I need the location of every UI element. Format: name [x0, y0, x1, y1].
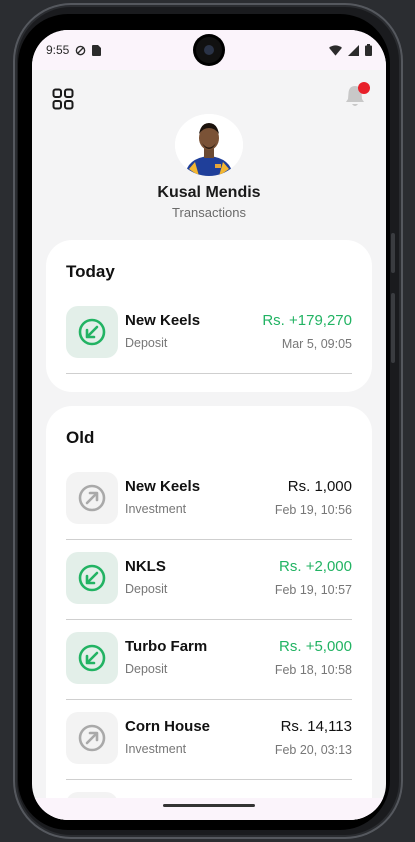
investment-badge	[66, 472, 118, 524]
wifi-icon	[329, 44, 342, 56]
today-card: Today New Keels Deposit Rs. +179,270 Mar…	[46, 240, 372, 392]
transaction-name: NKLS	[125, 558, 166, 575]
today-heading: Today	[66, 262, 115, 281]
investment-arrow-icon	[78, 484, 106, 512]
transaction-row[interactable]: New Keels Deposit Rs. +179,270 Mar 5, 09…	[66, 294, 352, 374]
transaction-date: Feb 19, 10:57	[274, 583, 352, 597]
deposit-arrow-icon	[78, 644, 106, 672]
transaction-amount: Rs. 14,113	[280, 718, 352, 735]
deposit-badge	[66, 632, 118, 684]
transaction-type: Deposit	[125, 582, 168, 596]
deposit-arrow-icon	[78, 318, 106, 346]
grid-menu-button[interactable]	[52, 88, 74, 110]
transaction-name: Turbo Farm	[125, 638, 208, 655]
status-bar: 9:55	[32, 30, 386, 70]
volume-button	[391, 233, 395, 273]
transaction-amount: Rs. 1,000	[287, 478, 352, 495]
transaction-amount: Rs. +179,270	[262, 312, 352, 329]
transaction-name: New Keels	[125, 312, 201, 329]
transaction-date: Feb 18, 10:58	[274, 663, 352, 677]
transaction-date: Feb 19, 10:56	[274, 503, 352, 517]
transaction-type: Deposit	[125, 662, 168, 676]
front-camera	[196, 37, 222, 63]
transaction-row[interactable]: Corn House Investment Rs. 14,113 Feb 20,…	[66, 700, 352, 780]
status-time: 9:55	[46, 43, 70, 57]
sim-icon	[92, 44, 102, 56]
navigation-bar	[32, 798, 386, 820]
profile-photo	[175, 114, 243, 176]
old-card: Old New Keels Investment Rs. 1,000 Feb 1…	[46, 406, 372, 820]
signal-icon	[348, 44, 359, 56]
vpn-icon	[76, 45, 86, 55]
battery-icon	[365, 44, 372, 56]
app-screen: 9:55 Kusal Mendis Transactions Today New…	[32, 30, 386, 820]
transaction-name: New Keels	[125, 478, 201, 495]
transaction-type: Deposit	[125, 336, 168, 350]
transaction-date: Mar 5, 09:05	[281, 337, 352, 351]
avatar[interactable]	[175, 114, 243, 176]
deposit-badge	[66, 306, 118, 358]
transaction-amount: Rs. +5,000	[279, 638, 352, 655]
home-indicator[interactable]	[163, 804, 255, 807]
transaction-row[interactable]: NKLS Deposit Rs. +2,000 Feb 19, 10:57	[66, 540, 352, 620]
transaction-type: Investment	[125, 742, 187, 756]
transaction-type: Investment	[125, 502, 187, 516]
transaction-date: Feb 20, 03:13	[274, 743, 352, 757]
profile-header: Kusal Mendis Transactions	[32, 70, 386, 230]
deposit-arrow-icon	[78, 564, 106, 592]
transaction-row[interactable]: Turbo Farm Deposit Rs. +5,000 Feb 18, 10…	[66, 620, 352, 700]
user-name: Kusal Mendis	[157, 184, 261, 201]
investment-badge	[66, 712, 118, 764]
investment-arrow-icon	[78, 724, 106, 752]
notification-badge	[358, 82, 370, 94]
transaction-row[interactable]: New Keels Investment Rs. 1,000 Feb 19, 1…	[66, 460, 352, 540]
old-heading: Old	[66, 428, 95, 447]
deposit-badge	[66, 552, 118, 604]
notifications-button[interactable]	[344, 82, 370, 108]
page-subtitle: Transactions	[172, 205, 246, 220]
transaction-amount: Rs. +2,000	[279, 558, 352, 575]
grid-icon	[52, 88, 74, 110]
transaction-name: Corn House	[125, 718, 211, 735]
power-button	[391, 293, 395, 363]
